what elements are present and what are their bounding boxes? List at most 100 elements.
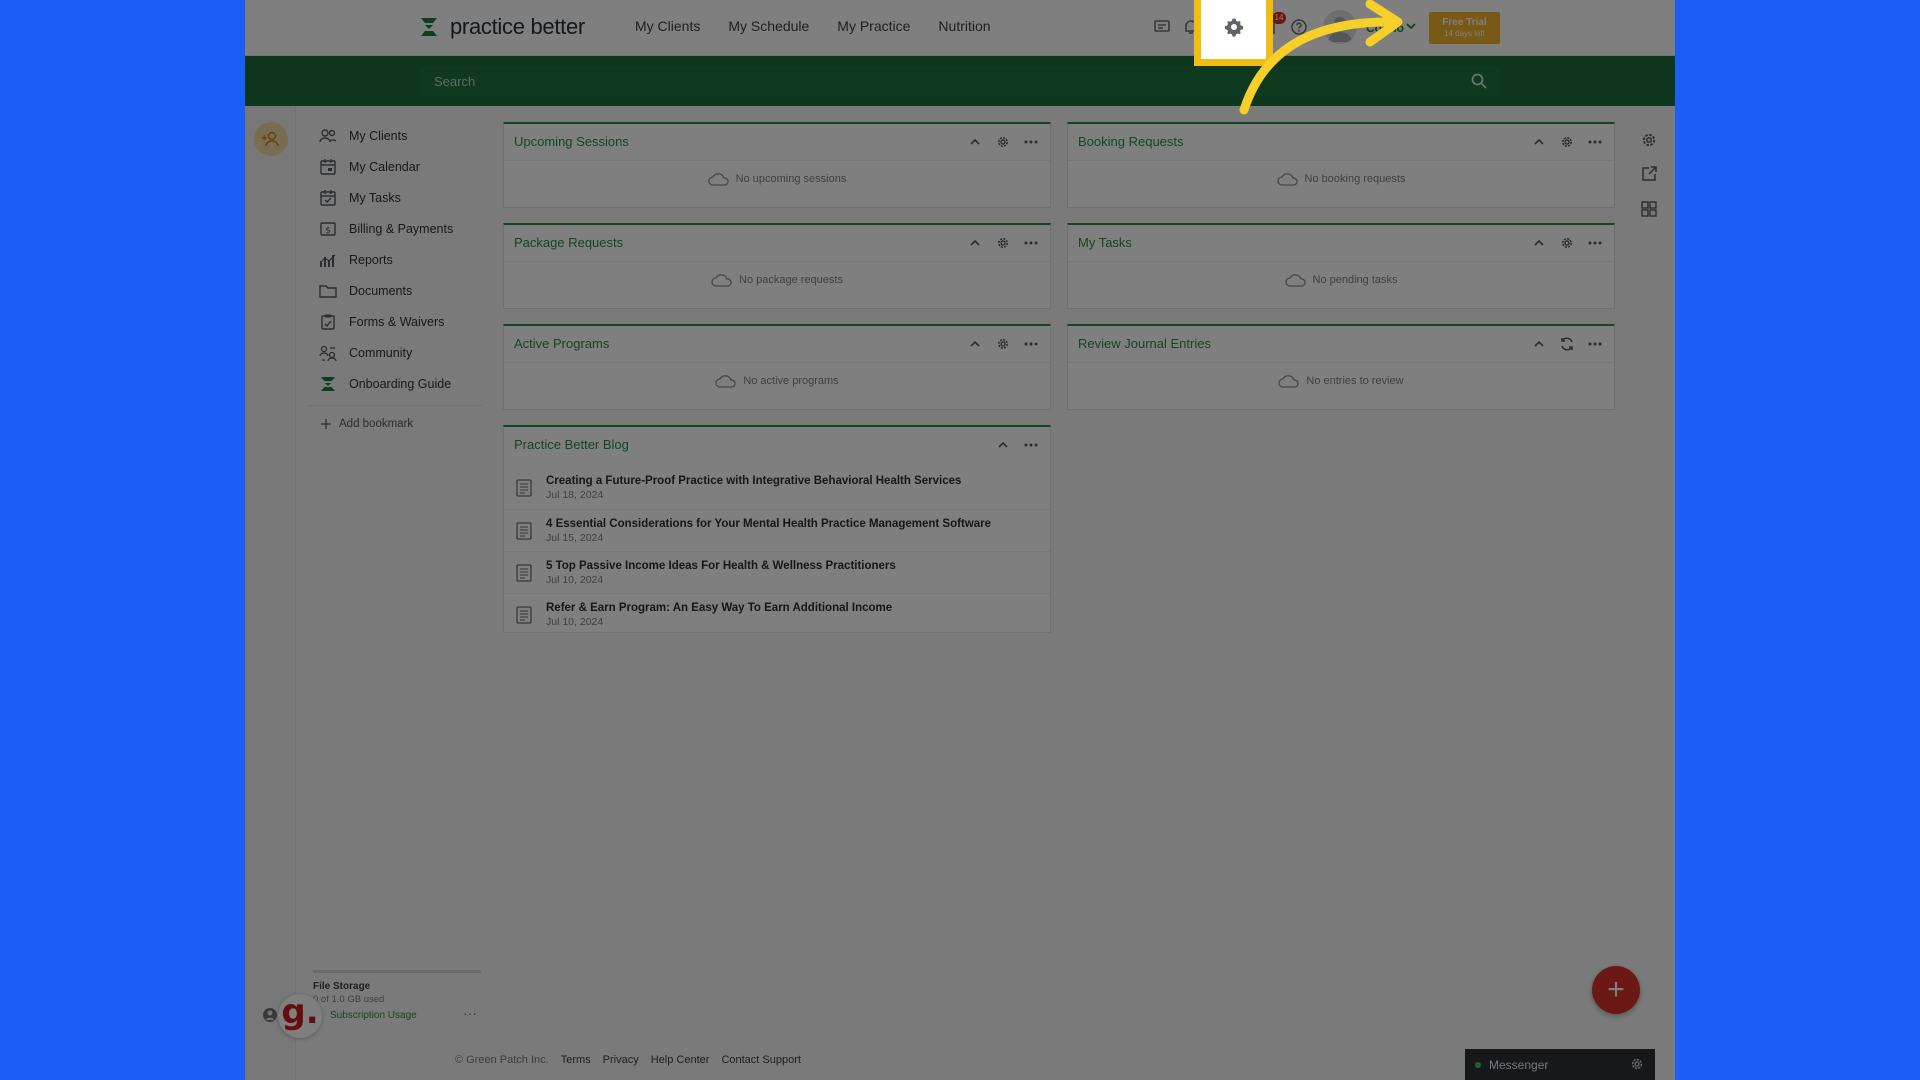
panel-actions (966, 234, 1040, 252)
more-options-icon[interactable] (1586, 335, 1604, 353)
panel-actions (1530, 335, 1604, 353)
free-trial-button[interactable]: Free Trial 14 days left (1429, 12, 1500, 44)
panel-actions (966, 133, 1040, 151)
account-icon[interactable] (262, 1007, 278, 1023)
more-options-icon[interactable] (1022, 234, 1040, 252)
nav-my-schedule[interactable]: My Schedule (728, 18, 809, 34)
sidebar-item-forms-waivers[interactable]: Forms & Waivers (307, 306, 482, 337)
more-options-icon[interactable] (1586, 133, 1604, 151)
collapse-chevron-up-icon[interactable] (966, 335, 984, 353)
collapse-chevron-up-icon[interactable] (966, 133, 984, 151)
billing-icon: $ (320, 221, 336, 236)
cloud-icon (711, 274, 732, 287)
more-options-icon[interactable] (1022, 133, 1040, 151)
panel-settings-gear-icon[interactable] (1558, 234, 1576, 252)
panel-empty-state: No package requests (504, 273, 1050, 287)
panel-title: Review Journal Entries (1078, 336, 1211, 351)
panel-settings-gear-icon[interactable] (994, 133, 1012, 151)
footer-link-help-center[interactable]: Help Center (651, 1054, 710, 1066)
panel-header: Booking Requests (1068, 124, 1614, 161)
main-nav: My Clients My Schedule My Practice Nutri… (635, 18, 991, 34)
practice-better-logo-icon (421, 18, 437, 36)
footer: © Green Patch Inc. Terms Privacy Help Ce… (455, 1054, 801, 1066)
review-journal-entries-panel: Review Journal Entries No entries to rev… (1067, 324, 1615, 410)
share-icon[interactable] (1638, 163, 1660, 185)
panel-header: Practice Better Blog (504, 427, 1050, 467)
more-options-icon[interactable] (1586, 234, 1604, 252)
more-options-icon[interactable] (1022, 436, 1040, 454)
collapse-chevron-up-icon[interactable] (966, 234, 984, 252)
nav-nutrition[interactable]: Nutrition (938, 18, 990, 34)
panel-settings-gear-icon[interactable] (994, 234, 1012, 252)
trial-title: Free Trial (1442, 17, 1487, 28)
nav-my-practice[interactable]: My Practice (837, 18, 910, 34)
empty-message: No upcoming sessions (735, 173, 847, 185)
panel-header: My Tasks (1068, 225, 1614, 262)
messenger-settings-gear-icon[interactable] (1629, 1056, 1645, 1072)
panel-title: My Tasks (1078, 235, 1132, 250)
sidebar-item-billing-payments[interactable]: $ Billing & Payments (307, 213, 482, 244)
cloud-icon (708, 173, 729, 186)
subscription-usage-link[interactable]: Subscription Usage (330, 1010, 417, 1021)
collapse-chevron-up-icon[interactable] (1530, 335, 1548, 353)
footer-link-privacy[interactable]: Privacy (603, 1054, 639, 1066)
panel-settings-gear-icon[interactable] (994, 335, 1012, 353)
sidebar-item-my-clients[interactable]: My Clients (307, 120, 482, 151)
collapse-chevron-up-icon[interactable] (1530, 234, 1548, 252)
sidebar-item-onboarding-guide[interactable]: Onboarding Guide (307, 368, 482, 399)
blog-post-title[interactable]: Refer & Earn Program: An Easy Way To Ear… (546, 602, 892, 614)
top-bar: practice better My Clients My Schedule M… (245, 0, 1675, 56)
panel-settings-gear-icon[interactable] (1558, 133, 1576, 151)
panel-actions (966, 335, 1040, 353)
more-options-icon[interactable] (1022, 335, 1040, 353)
collapse-chevron-up-icon[interactable] (1530, 133, 1548, 151)
blog-post-row[interactable]: Creating a Future-Proof Practice with In… (504, 467, 1050, 509)
article-icon (516, 479, 532, 497)
blog-post-title[interactable]: 4 Essential Considerations for Your Ment… (546, 518, 991, 530)
brand-logo[interactable]: practice better (420, 14, 585, 40)
practice-better-blog-panel: Practice Better Blog Creating a Future-P… (503, 425, 1051, 633)
storage-used: 0 of 1.0 GB used (313, 994, 385, 1005)
add-client-button[interactable] (254, 122, 288, 156)
nav-my-clients[interactable]: My Clients (635, 18, 700, 34)
footer-link-contact-support[interactable]: Contact Support (721, 1054, 801, 1066)
add-bookmark-button[interactable]: Add bookmark (307, 414, 482, 434)
messenger-bar[interactable]: Messenger (1465, 1049, 1655, 1080)
panel-title: Active Programs (514, 336, 610, 351)
blog-post-title[interactable]: 5 Top Passive Income Ideas For Health & … (546, 560, 896, 572)
messenger-label: Messenger (1489, 1057, 1549, 1072)
search-icon[interactable] (1470, 72, 1488, 90)
panel-empty-state: No pending tasks (1068, 273, 1614, 287)
sidebar-item-label: Community (349, 345, 413, 360)
blog-post-title[interactable]: Creating a Future-Proof Practice with In… (546, 475, 961, 487)
add-fab-button[interactable]: + (1592, 966, 1640, 1014)
panel-empty-state: No booking requests (1068, 172, 1614, 186)
sidebar-item-reports[interactable]: Reports (307, 244, 482, 275)
blog-post-date: Jul 15, 2024 (546, 532, 604, 544)
blog-post-row[interactable]: 4 Essential Considerations for Your Ment… (504, 509, 1050, 551)
sidebar-item-label: Onboarding Guide (349, 376, 452, 391)
dashboard-settings-gear-icon[interactable] (1638, 129, 1660, 151)
blog-post-row[interactable]: 5 Top Passive Income Ideas For Health & … (504, 551, 1050, 593)
sidebar-item-my-tasks[interactable]: My Tasks (307, 182, 482, 213)
panel-title: Package Requests (514, 235, 624, 250)
panel-header-divider (504, 362, 1050, 363)
reports-icon (319, 254, 336, 267)
footer-link-terms[interactable]: Terms (561, 1054, 591, 1066)
panel-header-divider (1068, 362, 1614, 363)
sidebar-item-documents[interactable]: Documents (307, 275, 482, 306)
refresh-icon[interactable] (1558, 335, 1576, 353)
panel-actions (1530, 234, 1604, 252)
sidebar-item-community[interactable]: Community (307, 337, 482, 368)
messages-icon[interactable] (1151, 16, 1173, 38)
forms-icon (321, 314, 335, 330)
layout-grid-icon[interactable] (1638, 198, 1660, 220)
cloud-icon (1278, 375, 1300, 388)
empty-message: No entries to review (1306, 375, 1404, 387)
guide-widget-logo[interactable]: g. (278, 994, 322, 1038)
blog-post-row[interactable]: Refer & Earn Program: An Easy Way To Ear… (504, 593, 1050, 635)
package-requests-panel: Package Requests No package requests (503, 223, 1051, 309)
more-options-icon[interactable]: ··· (463, 1005, 477, 1021)
sidebar-item-my-calendar[interactable]: My Calendar (307, 151, 482, 182)
collapse-chevron-up-icon[interactable] (994, 436, 1012, 454)
